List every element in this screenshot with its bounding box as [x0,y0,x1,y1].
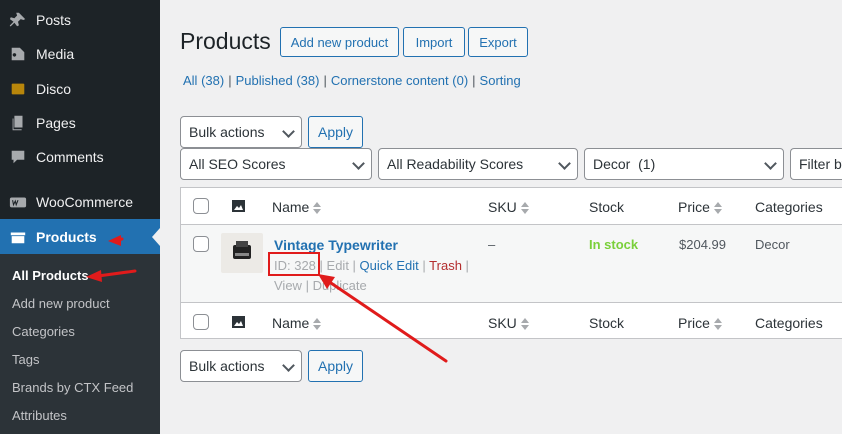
chevron-down-icon [558,157,571,170]
sidebar-item-products[interactable]: Products [0,219,160,254]
filter-by-select[interactable]: Filter by [790,148,842,180]
sidebar-item-label: Pages [36,115,76,131]
duplicate-link[interactable]: Duplicate [313,278,367,293]
separator: | [323,73,327,88]
row-actions-2: View | Duplicate [274,278,367,293]
import-button[interactable]: Import [403,27,465,57]
view-published[interactable]: Published (38) [236,73,320,88]
pushpin-icon [0,11,36,29]
bulk-actions-select-bottom[interactable]: Bulk actions [180,350,302,382]
chevron-down-icon [352,157,365,170]
sidebar-item-label: Media [36,46,75,62]
category-filter[interactable]: Decor (1) [584,148,784,180]
sidebar-item-label: Products [36,228,97,245]
product-name-link[interactable]: Vintage Typewriter [274,237,398,253]
disco-icon [0,80,36,98]
sort-icon [520,201,529,215]
sidebar-item-label: Comments [36,149,104,165]
pages-icon [0,114,36,132]
sidebar-item-label: WooCommerce [36,194,133,210]
chevron-down-icon [764,157,777,170]
column-sku-bottom[interactable]: SKU [488,315,529,331]
separator: | [228,73,232,88]
column-price[interactable]: Price [678,199,722,215]
typewriter-icon [233,241,251,259]
image-icon [232,316,245,328]
view-link[interactable]: View [274,278,302,293]
sidebar-item-pages[interactable]: Pages [0,106,160,140]
column-categories: Categories [755,199,823,215]
column-categories-bottom: Categories [755,315,823,331]
seo-score-filter[interactable]: All SEO Scores [180,148,372,180]
quick-edit-link[interactable]: Quick Edit [360,258,419,273]
view-cornerstone[interactable]: Cornerstone content (0) [331,73,468,88]
sku-cell: – [488,237,496,252]
current-menu-caret [152,228,160,246]
submenu-tags[interactable]: Tags [12,352,39,367]
submenu-all-products[interactable]: All Products [12,268,89,283]
sort-icon [713,201,722,215]
submenu-categories[interactable]: Categories [12,324,75,339]
column-stock: Stock [589,199,625,215]
sidebar-item-woocommerce[interactable]: WooCommerce [0,185,160,219]
separator: | [472,73,476,88]
sidebar-item-posts[interactable]: Posts [0,3,160,37]
sort-icon [520,317,529,331]
table-footer: Name SKU Stock Price Categories [181,302,842,339]
sort-icon [313,317,322,331]
readability-filter[interactable]: All Readability Scores [378,148,578,180]
bulk-actions-select-top[interactable]: Bulk actions [180,116,302,148]
row-checkbox[interactable] [193,236,209,252]
chevron-down-icon [282,359,295,372]
products-submenu: All Products Add new product Categories … [0,254,160,434]
category-cell[interactable]: Decor [755,237,790,252]
select-all-checkbox[interactable] [193,198,209,214]
view-all[interactable]: All (38) [183,73,224,88]
stock-status: In stock [589,237,639,252]
export-button[interactable]: Export [468,27,528,57]
column-name-bottom[interactable]: Name [272,315,322,331]
select-all-checkbox-bottom[interactable] [193,314,209,330]
column-name[interactable]: Name [272,199,322,215]
woocommerce-icon [0,193,36,211]
price-cell: $204.99 [679,237,726,252]
product-thumbnail[interactable] [221,233,263,273]
sort-icon [313,201,322,215]
media-icon [0,45,36,63]
sidebar-item-media[interactable]: Media [0,37,160,71]
column-sku[interactable]: SKU [488,199,529,215]
page-title: Products [180,28,271,54]
id-highlight-box [268,252,320,276]
column-price-bottom[interactable]: Price [678,315,722,331]
sort-icon [713,317,722,331]
submenu-brands[interactable]: Brands by CTX Feed [12,380,133,395]
apply-button-top[interactable]: Apply [308,116,363,148]
table-header: Name SKU Stock Price Categories [181,188,842,225]
sidebar-item-label: Disco [36,81,72,97]
column-stock-bottom: Stock [589,315,625,331]
sidebar-item-label: Posts [36,12,72,28]
submenu-add-new-product[interactable]: Add new product [12,296,110,311]
view-sorting[interactable]: Sorting [480,73,521,88]
sidebar-item-comments[interactable]: Comments [0,140,160,174]
submenu-attributes[interactable]: Attributes [12,408,67,423]
trash-link[interactable]: Trash [429,258,462,273]
edit-link[interactable]: Edit [327,258,349,273]
add-new-product-button[interactable]: Add new product [280,27,399,57]
chevron-down-icon [282,125,295,138]
apply-button-bottom[interactable]: Apply [308,350,363,382]
main-content: Products Add new product Import Export A… [160,0,842,434]
products-icon [0,228,36,246]
status-views: All (38) | Published (38) | Cornerstone cont… [183,73,521,88]
admin-sidebar: Posts Media Disco Pages Comments WooComm… [0,0,160,434]
sidebar-item-disco[interactable]: Disco [0,72,160,106]
comment-icon [0,148,36,166]
image-icon [232,200,245,212]
